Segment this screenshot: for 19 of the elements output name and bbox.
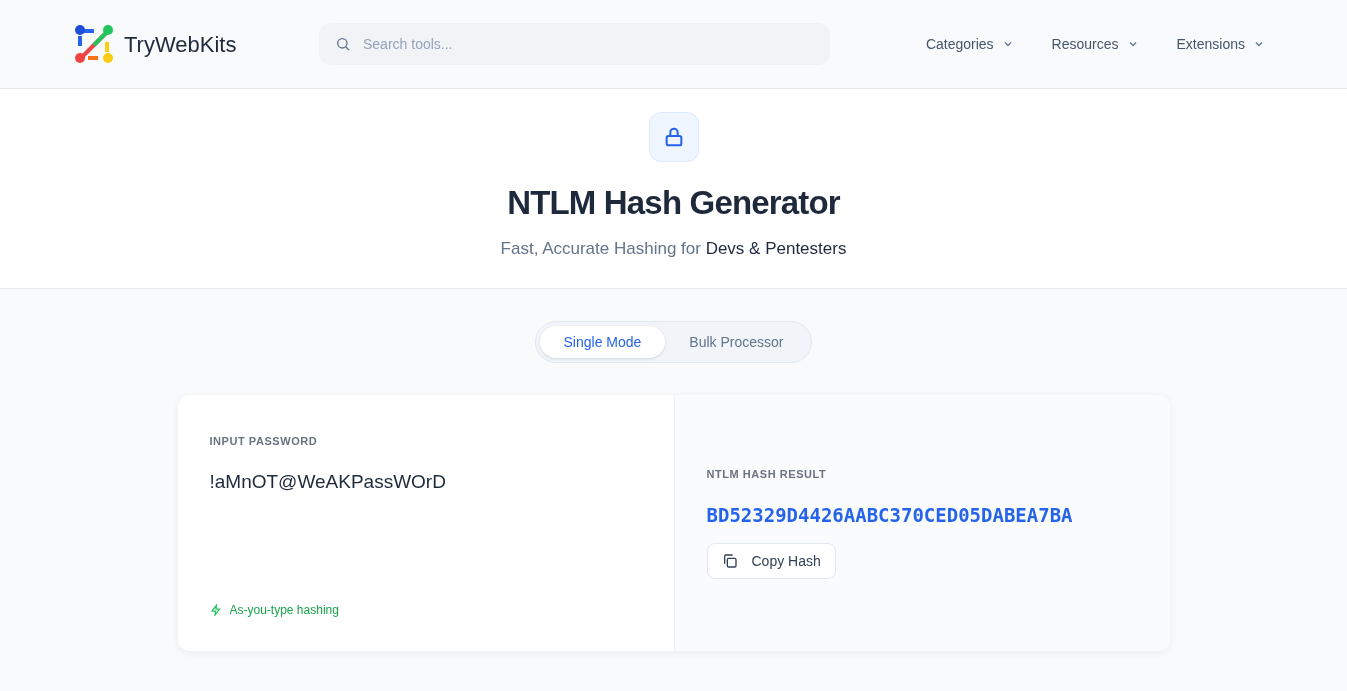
- page-title: NTLM Hash Generator: [507, 183, 840, 223]
- search-icon: [335, 36, 351, 52]
- copy-button[interactable]: Copy Hash: [706, 543, 836, 579]
- page-subtitle: Fast, Accurate Hashing for Devs & Pentesters: [500, 237, 847, 260]
- password-field[interactable]: !aMnOT@WeAKPassWOrD: [209, 467, 630, 496]
- hint-text: As-you-type hashing: [229, 602, 339, 619]
- nav-menu[interactable]: Resources: [1051, 33, 1139, 55]
- result-label: NTLM HASH RESULT: [706, 467, 828, 482]
- field-label: INPUT PASSWORD: [209, 434, 319, 449]
- mode-tab[interactable]: Single Mode: [539, 326, 666, 358]
- logo-icon: [74, 24, 114, 64]
- search-field[interactable]: Search tools...: [319, 23, 830, 65]
- nav-menu[interactable]: Categories: [925, 33, 1014, 55]
- lightning-icon: [209, 604, 222, 616]
- brand-name[interactable]: TryWebKits: [124, 27, 237, 61]
- hash-value: BD52329D4426AABC370CED05DABEA7BA: [706, 502, 1074, 528]
- mode-tab[interactable]: Bulk Processor: [665, 326, 808, 358]
- nav-menu[interactable]: Extensions: [1176, 33, 1265, 55]
- copy-icon: [721, 553, 738, 569]
